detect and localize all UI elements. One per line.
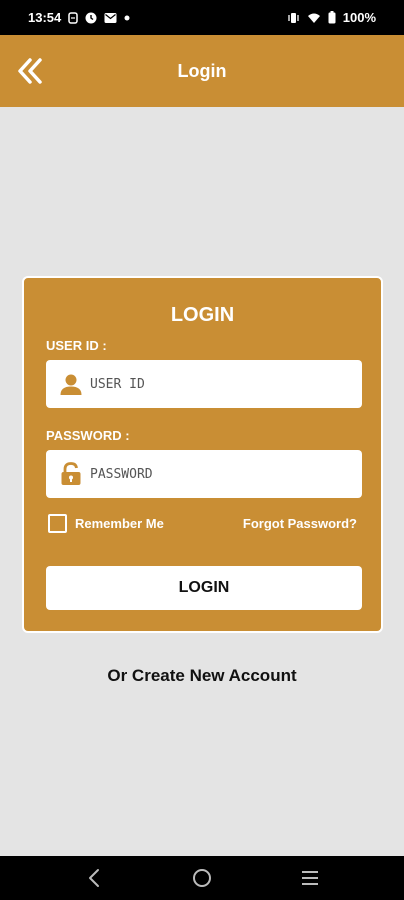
back-icon — [89, 869, 99, 887]
create-account-link[interactable]: Or Create New Account — [0, 666, 404, 686]
remember-me-checkbox[interactable] — [48, 514, 67, 533]
remember-me-toggle[interactable]: Remember Me — [48, 514, 164, 533]
wifi-icon — [307, 12, 321, 24]
password-field-container — [46, 450, 362, 498]
user-id-label: USER ID : — [46, 338, 107, 353]
dot-icon — [124, 15, 130, 21]
status-bar-left: 13:54 — [28, 10, 130, 25]
back-button[interactable] — [14, 55, 46, 87]
user-id-field-container — [46, 360, 362, 408]
login-button[interactable]: LOGIN — [46, 566, 362, 610]
nav-back-button[interactable] — [74, 858, 114, 898]
status-bar-right: 100% — [287, 10, 376, 25]
nav-home-button[interactable] — [182, 858, 222, 898]
remember-me-label: Remember Me — [75, 516, 164, 531]
login-card-title: LOGIN — [170, 304, 235, 326]
system-nav-bar — [0, 856, 404, 900]
recents-icon — [302, 871, 318, 885]
password-input[interactable] — [90, 450, 362, 498]
app-header: Login — [0, 35, 404, 107]
home-icon — [193, 869, 211, 887]
status-bar: 13:54 100% — [0, 0, 404, 35]
mail-icon — [104, 12, 117, 24]
page-title: Login — [177, 60, 227, 81]
login-card: LOGIN USER ID : PASSWORD : Remember Me F… — [22, 276, 383, 633]
user-id-input[interactable] — [90, 360, 362, 408]
battery-icon — [328, 11, 336, 24]
battery-percentage: 100% — [342, 10, 376, 25]
vibrate-icon — [287, 12, 300, 24]
sim-icon — [68, 11, 78, 24]
password-label: PASSWORD : — [46, 428, 130, 443]
nav-recents-button[interactable] — [290, 858, 330, 898]
lock-icon — [46, 462, 90, 486]
forgot-password-link[interactable]: Forgot Password? — [243, 516, 357, 531]
user-icon — [46, 372, 90, 396]
double-chevron-left-icon — [18, 58, 42, 84]
clock-icon — [85, 12, 97, 24]
status-time: 13:54 — [28, 10, 62, 25]
